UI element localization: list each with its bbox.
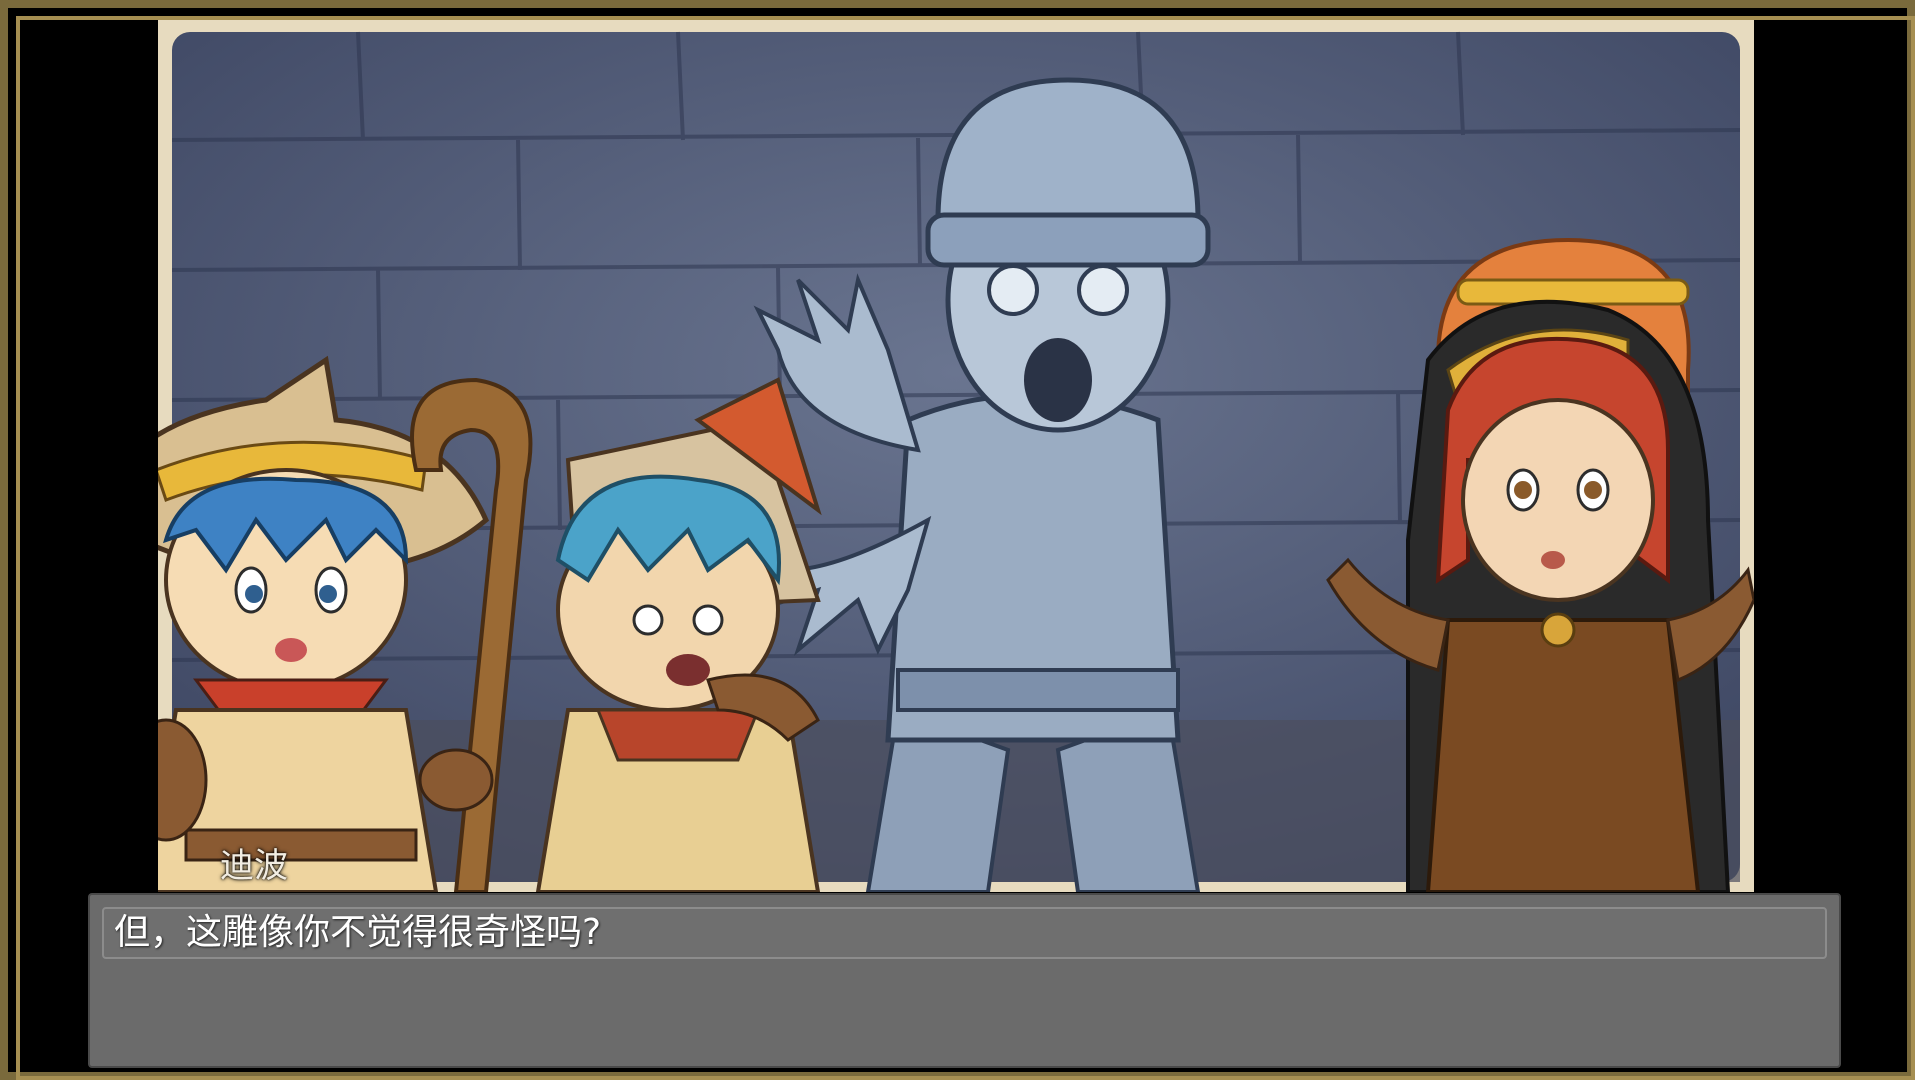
scene-illustration — [158, 20, 1754, 892]
hooded-girl — [1326, 299, 1754, 892]
speaker-name: 迪波 — [220, 846, 288, 886]
wizard-boy — [158, 355, 533, 892]
dialog-box[interactable]: 但，这雕像你不觉得很奇怪吗? — [88, 893, 1841, 1068]
dialog-text: 但，这雕像你不觉得很奇怪吗? — [102, 907, 1827, 959]
